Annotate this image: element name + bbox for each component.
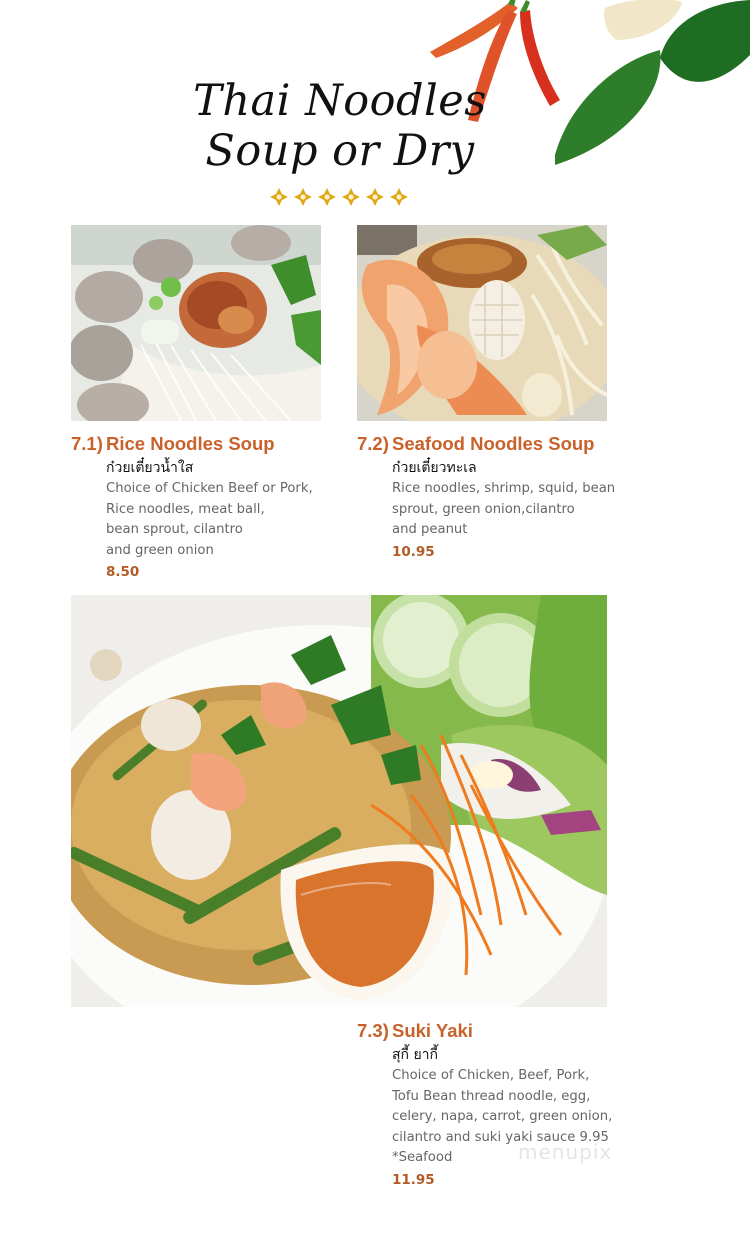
- watermark: menupix: [518, 1140, 613, 1164]
- item-description: Choice of Chicken Beef or Pork, Rice noo…: [106, 479, 356, 561]
- ornament-icon: [318, 188, 336, 206]
- page-title: Thai Noodles Soup or Dry: [180, 76, 500, 176]
- item-heading: 7.1) Rice Noodles Soup: [71, 433, 356, 455]
- desc-line: Choice of Chicken Beef or Pork,: [106, 481, 313, 496]
- item-thai-name: สุกี้ ยากี้: [392, 1047, 439, 1063]
- ornament-icon: [366, 188, 384, 206]
- desc-line: Rice noodles, meat ball,: [106, 501, 265, 517]
- ornament-row: [270, 188, 408, 210]
- menu-item-rice-noodles-soup: 7.1) Rice Noodles Soup ก๋วยเตี๋ยวน้ำใส C…: [71, 433, 356, 583]
- item-name: Suki Yaki: [392, 1020, 473, 1041]
- ornament-icon: [270, 188, 288, 206]
- ornament-icon: [342, 188, 360, 206]
- item-name: Rice Noodles Soup: [106, 433, 275, 454]
- ornament-icon: [390, 188, 408, 206]
- title-line-2: Soup or Dry: [205, 126, 475, 176]
- desc-line: Choice of Chicken, Beef, Pork,: [392, 1068, 590, 1083]
- item-number: 7.1): [71, 433, 103, 454]
- desc-line: bean sprout, cilantro: [106, 522, 243, 537]
- item-name: Seafood Noodles Soup: [392, 433, 595, 454]
- seafood-noodles-soup-photo: [357, 225, 607, 421]
- menu-item-seafood-noodles-soup: 7.2) Seafood Noodles Soup ก๋วยเตี๋ยวทะเล…: [357, 433, 647, 562]
- desc-line: Tofu Bean thread noodle, egg,: [392, 1088, 591, 1104]
- item-price: 11.95: [392, 1171, 435, 1188]
- desc-line: Rice noodles, shrimp, squid, bean: [392, 481, 616, 496]
- item-number: 7.2): [357, 433, 389, 454]
- desc-line: celery, napa, carrot, green onion,: [392, 1109, 613, 1124]
- title-line-1: Thai Noodles: [193, 76, 487, 126]
- desc-line: and peanut: [392, 522, 468, 537]
- rice-noodles-soup-photo: [71, 225, 321, 421]
- ornament-icon: [294, 188, 312, 206]
- item-price: 10.95: [392, 543, 435, 560]
- item-price: 8.50: [106, 564, 140, 580]
- item-description: Rice noodles, shrimp, squid, bean sprout…: [392, 479, 647, 541]
- menu-item-suki-yaki: 7.3) Suki Yaki สุกี้ ยากี้ Choice of Chi…: [357, 1020, 647, 1190]
- desc-line: sprout, green onion,cilantro: [392, 501, 575, 517]
- item-heading: 7.3) Suki Yaki: [357, 1020, 647, 1042]
- item-thai-name: ก๋วยเตี๋ยวน้ำใส: [106, 460, 194, 476]
- item-thai-name: ก๋วยเตี๋ยวทะเล: [392, 460, 477, 476]
- item-number: 7.3): [357, 1020, 389, 1041]
- suki-yaki-photo: [71, 595, 607, 1007]
- desc-line: and green onion: [106, 542, 214, 558]
- item-heading: 7.2) Seafood Noodles Soup: [357, 433, 647, 455]
